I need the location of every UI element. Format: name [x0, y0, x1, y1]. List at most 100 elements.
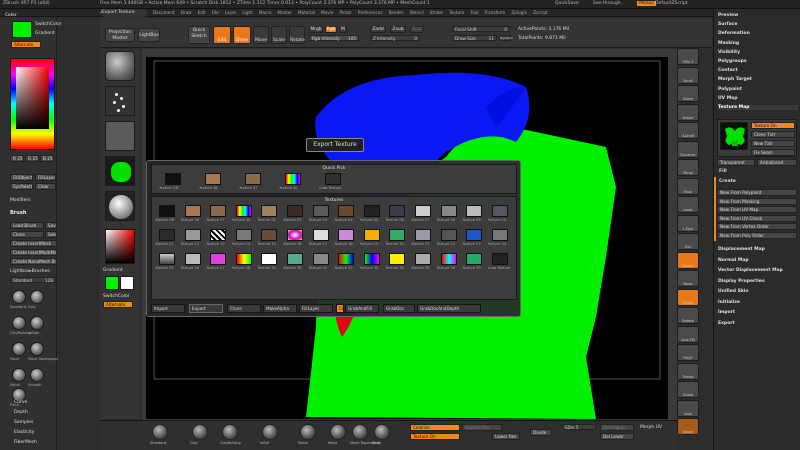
- default-script-button[interactable]: DefaultZScript: [655, 1, 688, 6]
- shelf-xyz[interactable]: Xyz: [677, 233, 699, 250]
- texture-thumb[interactable]: [287, 229, 303, 241]
- brush-smooth[interactable]: [30, 368, 44, 382]
- tool-item-uv-map[interactable]: UV Map: [718, 96, 737, 101]
- left-item-depth[interactable]: Depth: [14, 410, 28, 415]
- left-item-fibermesh[interactable]: FiberMesh: [14, 440, 37, 445]
- grab-and-fill-button[interactable]: GrabAndFill: [345, 304, 379, 313]
- grab-doc-button[interactable]: GrabDoc: [383, 304, 415, 313]
- texture-thumb[interactable]: [312, 205, 329, 217]
- tool-item-unified-skin[interactable]: Unified Skin: [718, 289, 749, 294]
- texture-thumb[interactable]: [261, 229, 278, 241]
- menu-material[interactable]: Material: [298, 9, 315, 17]
- import-button[interactable]: Import: [151, 304, 185, 313]
- shelf-l-sym[interactable]: L.Sym: [677, 214, 699, 232]
- clear-button[interactable]: Clear: [35, 183, 56, 190]
- new-txtr-button[interactable]: New Txtr: [751, 140, 795, 147]
- left-item-samples[interactable]: Samples: [14, 420, 33, 425]
- tool-item-vector-displacement-map[interactable]: Vector Displacement Map: [718, 268, 783, 273]
- bottom-brush-clay[interactable]: [192, 424, 208, 440]
- texture-thumb[interactable]: [261, 205, 278, 217]
- texture-thumb[interactable]: [466, 205, 483, 217]
- z-intensity-slider[interactable]: Z Intensity 0: [370, 35, 420, 41]
- lightbox-brushes-link[interactable]: Lightbox▸Brushes: [10, 269, 50, 274]
- shelf-spix-3[interactable]: SPix 3: [677, 48, 699, 65]
- quick-texture-thumb[interactable]: [205, 173, 221, 185]
- grab-doc-and-depth-button[interactable]: GrabDocAndDepth: [417, 304, 481, 313]
- texture-thumb[interactable]: [235, 229, 252, 241]
- quicksave-button[interactable]: QuickSave: [555, 1, 579, 6]
- shelf-local[interactable]: Local: [677, 196, 699, 213]
- scale-button[interactable]: Scale: [271, 26, 287, 44]
- create-nanomesh-button[interactable]: Create NanoMesh Brush: [10, 258, 57, 265]
- menu-zscript[interactable]: Zscript: [533, 9, 548, 17]
- menu-layer[interactable]: Layer: [225, 9, 237, 17]
- bottom-brush-move-topological[interactable]: [352, 424, 368, 440]
- texture-thumb[interactable]: [312, 229, 329, 241]
- texture-thumb[interactable]: [363, 229, 380, 241]
- fix-seam-button[interactable]: Fix Seam: [751, 149, 795, 156]
- del-higher-button[interactable]: Del Higher: [600, 424, 634, 431]
- clone-texture-button[interactable]: Clone: [227, 304, 261, 313]
- texture-thumb[interactable]: [415, 253, 431, 265]
- menu-picker[interactable]: Picker: [339, 9, 351, 17]
- gradient-label[interactable]: Gradient: [35, 31, 55, 36]
- bottom-brush-standard[interactable]: [152, 424, 168, 440]
- standard-slider[interactable]: Standard 128: [10, 277, 56, 283]
- texture-thumb[interactable]: [363, 205, 380, 217]
- tool-item-displacement-map[interactable]: Displacement Map: [718, 247, 765, 252]
- tool-item-preview[interactable]: Preview: [718, 13, 738, 18]
- new-from-button[interactable]: New From Vertex Order: [717, 223, 797, 230]
- fill-object-button[interactable]: FillObject: [10, 174, 33, 181]
- brush-clay[interactable]: [30, 290, 44, 304]
- shelf-rotate[interactable]: Rotate: [677, 307, 699, 324]
- tool-item-import[interactable]: Import: [718, 310, 735, 315]
- shelf-aahalf[interactable]: AAHalf: [677, 122, 699, 139]
- brush-polish[interactable]: [12, 368, 26, 382]
- brush-move-topological[interactable]: [30, 342, 44, 356]
- make-alpha-button[interactable]: MakeAlpha: [263, 304, 297, 313]
- tool-item-polypaint[interactable]: Polypaint: [718, 87, 742, 92]
- texture-thumb[interactable]: [287, 253, 303, 265]
- texture-on-toggle[interactable]: Texture On: [410, 433, 460, 440]
- menu-tool[interactable]: Tool: [470, 9, 478, 17]
- texture-thumb[interactable]: [312, 253, 329, 265]
- menu-stroke[interactable]: Stroke: [430, 9, 443, 17]
- del-lower-button[interactable]: Del Lower: [600, 433, 634, 440]
- syspalette-button[interactable]: SysPalette: [10, 183, 33, 190]
- color-picker-small[interactable]: [105, 229, 135, 264]
- tool-item-export[interactable]: Export: [718, 321, 735, 326]
- main-color-swatch[interactable]: [12, 21, 32, 38]
- brush-standard[interactable]: [12, 290, 26, 304]
- bottom-brush-claybuildup[interactable]: [222, 424, 238, 440]
- texture-thumb[interactable]: [415, 205, 431, 217]
- texture-thumb[interactable]: [440, 229, 457, 241]
- texture-thumb[interactable]: [491, 253, 508, 265]
- menu-draw[interactable]: Draw: [181, 9, 192, 17]
- tool-item-texture-map[interactable]: Texture Map: [718, 105, 798, 110]
- texture-thumb[interactable]: [184, 205, 201, 217]
- draw-size-slider[interactable]: Draw Size 11: [452, 35, 497, 41]
- quick-texture-thumb[interactable]: [325, 173, 341, 185]
- tool-item-initialize[interactable]: Initialize: [718, 300, 740, 305]
- zcut-button[interactable]: Zcut: [410, 26, 424, 33]
- colorize-toggle[interactable]: Colorize: [410, 424, 460, 431]
- alpha-thumbnail[interactable]: [105, 121, 135, 151]
- quick-texture-thumb[interactable]: [245, 173, 261, 185]
- texture-thumb[interactable]: [287, 205, 303, 217]
- texture-thumb[interactable]: [389, 229, 406, 241]
- new-from-button[interactable]: New From Masking: [717, 197, 797, 205]
- menu-document[interactable]: Document: [153, 9, 175, 17]
- transparent-toggle[interactable]: Transparent: [717, 159, 755, 166]
- seethrough-slider[interactable]: See-through: [593, 1, 621, 6]
- menu-marker[interactable]: Marker: [278, 9, 292, 17]
- r-value[interactable]: R 255: [10, 155, 24, 162]
- cd-button[interactable]: Cd: [336, 304, 345, 313]
- texture-thumb[interactable]: [389, 253, 406, 265]
- texture-thumb[interactable]: [389, 205, 406, 217]
- b-value[interactable]: B 255: [40, 155, 54, 162]
- texture-thumb[interactable]: [415, 229, 431, 241]
- texture-thumb[interactable]: [440, 253, 457, 265]
- shelf-scroll[interactable]: Scroll: [677, 66, 699, 84]
- shelf-transp[interactable]: Transp: [677, 362, 699, 380]
- tray-gradient-label[interactable]: Gradient: [103, 268, 123, 273]
